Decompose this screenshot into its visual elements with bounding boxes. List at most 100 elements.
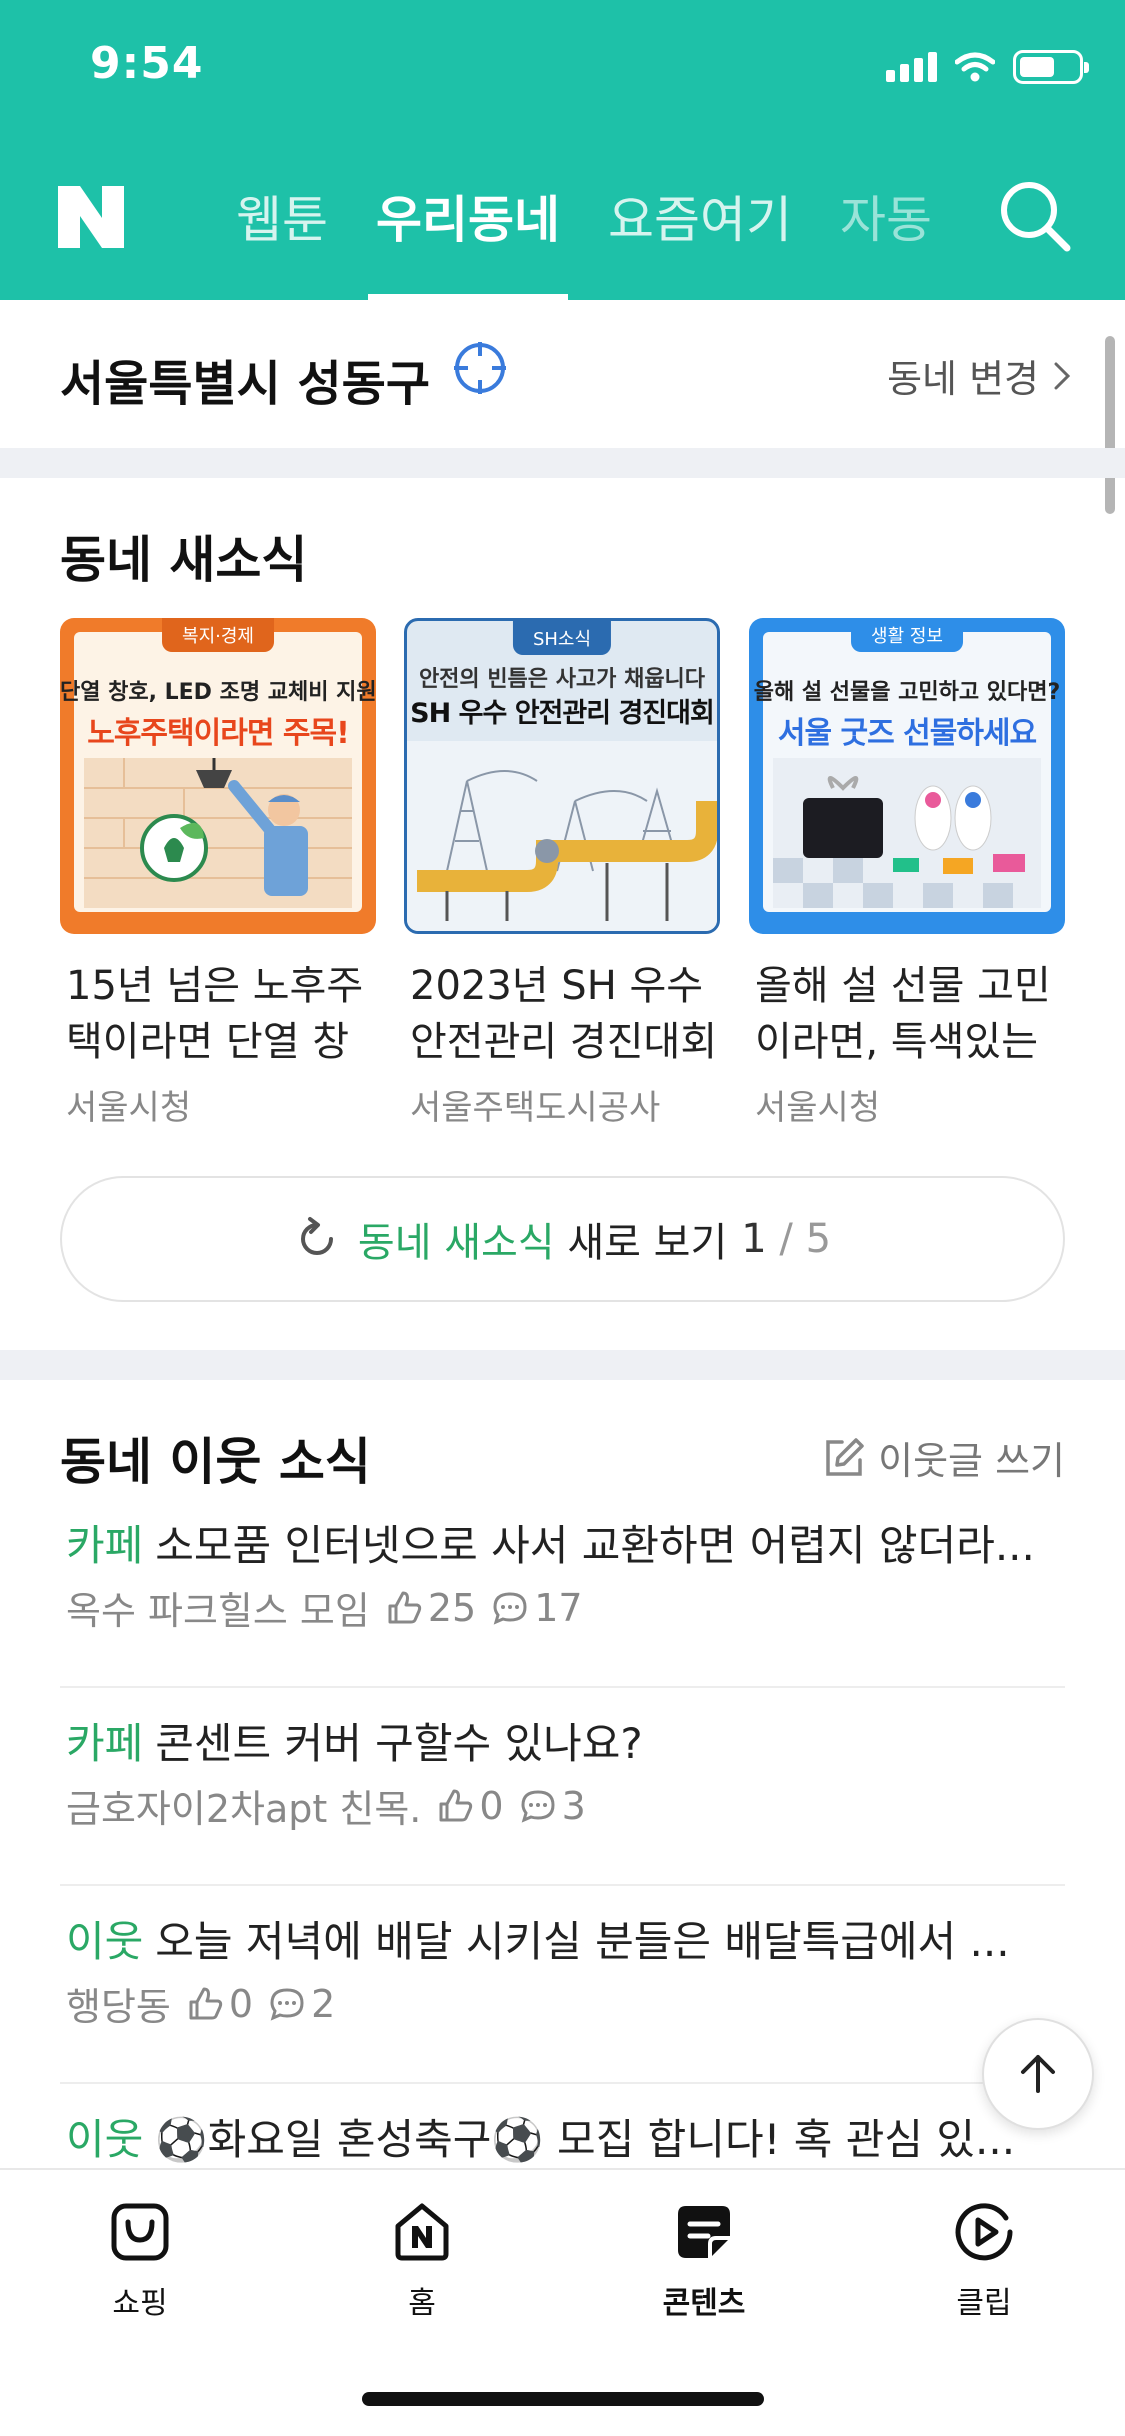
comment-icon bbox=[521, 1789, 555, 1823]
change-area-label: 동네 변경 bbox=[887, 357, 1039, 401]
bottom-nav-label: 쇼핑 bbox=[112, 2286, 168, 2321]
page-current: 1 bbox=[741, 1216, 767, 1262]
post-item[interactable]: 카페 콘센트 커버 구할수 있나요? 금호자이2차apt 친목. 0 3 bbox=[60, 1688, 1065, 1886]
thumbs-up-icon bbox=[189, 1987, 223, 2019]
search-icon[interactable] bbox=[997, 178, 1073, 254]
post-meta: 금호자이2차apt 친목. 0 3 bbox=[66, 1778, 586, 1833]
tab-neighborhood[interactable]: 우리동네 bbox=[368, 180, 568, 300]
comment-icon bbox=[493, 1591, 527, 1625]
tab-webtoon[interactable]: 웹툰 bbox=[236, 180, 328, 300]
post-author: 행당동 bbox=[66, 1985, 171, 2029]
location-bar: 서울특별시 성동구 동네 변경 bbox=[0, 300, 1125, 448]
section-divider bbox=[0, 1350, 1125, 1380]
bottom-nav-label: 콘텐츠 bbox=[662, 2286, 746, 2321]
like-count: 0 bbox=[228, 1981, 254, 2026]
news-source: 서울시청 bbox=[66, 1088, 192, 1128]
app-header: 9:54 웹툰 우리동네 요즘여기 자동 bbox=[0, 0, 1125, 300]
refresh-news-button[interactable]: 동네 새소식 새로 보기 1 / 5 bbox=[60, 1176, 1065, 1302]
home-indicator bbox=[362, 2392, 764, 2406]
refresh-highlight: 동네 새소식 bbox=[357, 1220, 555, 1266]
goods-gift-illustration bbox=[773, 758, 1041, 908]
clip-icon bbox=[955, 2203, 1013, 2261]
thumbs-up-icon bbox=[439, 1789, 473, 1821]
news-source: 서울주택도시공사 bbox=[410, 1088, 661, 1128]
news-thumbnail: SH소식 안전의 빈틈은 사고가 채웁니다 SH 우수 안전관리 경진대회 bbox=[404, 618, 720, 934]
post-title: ⚽화요일 혼성축구⚽ 모집 합니다! 혹 관심 있... bbox=[155, 2115, 1016, 2164]
post-title-line: 카페 콘센트 커버 구할수 있나요? bbox=[66, 1710, 1066, 1771]
news-thumb-headline: SH 우수 안전관리 경진대회 bbox=[410, 698, 715, 729]
bottom-nav-clip[interactable]: 클립 bbox=[904, 2200, 1064, 2322]
post-title: 소모품 인터넷으로 사서 교환하면 어렵지 않더라... bbox=[155, 1521, 1035, 1570]
post-item[interactable]: 이웃 오늘 저녁에 배달 시키실 분들은 배달특급에서 ... 행당동 0 2 bbox=[60, 1886, 1065, 2084]
post-title-line: 이웃 ⚽화요일 혼성축구⚽ 모집 합니다! 혹 관심 있... bbox=[66, 2106, 1066, 2167]
signal-icon bbox=[886, 52, 937, 82]
post-title: 오늘 저녁에 배달 시키실 분들은 배달특급에서 ... bbox=[155, 1917, 1010, 1966]
status-icons bbox=[886, 50, 1089, 84]
news-card[interactable]: SH소식 안전의 빈틈은 사고가 채웁니다 SH 우수 안전관리 경진대회 20… bbox=[404, 618, 720, 1129]
wifi-icon bbox=[955, 52, 995, 82]
news-thumb-headline: 노후주택이라면 주목! bbox=[87, 716, 350, 751]
shopping-bag-icon bbox=[111, 2203, 169, 2261]
post-category: 이웃 bbox=[66, 2115, 144, 2164]
post-meta: 옥수 파크힐스 모임 25 17 bbox=[66, 1580, 583, 1635]
comment-count: 2 bbox=[311, 1981, 336, 2026]
top-nav-tabs: 웹툰 우리동네 요즘여기 자동 bbox=[236, 180, 980, 300]
news-card[interactable]: 복지·경제 단열 창호, LED 조명 교체비 지원 노후주택이라면 주목! 1… bbox=[60, 618, 376, 1129]
write-post-label: 이웃글 쓰기 bbox=[878, 1439, 1065, 1483]
contents-icon bbox=[678, 2206, 730, 2258]
bottom-nav-home[interactable]: 홈 bbox=[342, 2200, 502, 2322]
scroll-to-top-button[interactable] bbox=[982, 2018, 1094, 2130]
news-title: 15년 넘은 노후주택이라면 단열 창호, LED 조명 교체비 지원 bbox=[66, 963, 364, 1065]
tab-auto[interactable]: 자동 bbox=[840, 180, 932, 300]
news-thumb-tag: 복지·경제 bbox=[162, 618, 274, 652]
post-author: 금호자이2차apt 친목. bbox=[66, 1787, 422, 1831]
news-card[interactable]: 생활 정보 올해 설 선물을 고민하고 있다면? 서울 굿즈 선물하세요 올해 … bbox=[749, 618, 1065, 1129]
tab-trending-places[interactable]: 요즘여기 bbox=[608, 180, 792, 300]
like-count: 0 bbox=[479, 1783, 504, 1828]
naver-logo[interactable] bbox=[58, 186, 124, 248]
news-thumb-text: 안전의 빈틈은 사고가 채웁니다 bbox=[418, 667, 706, 692]
bottom-nav-shopping[interactable]: 쇼핑 bbox=[60, 2200, 220, 2322]
news-source: 서울시청 bbox=[755, 1088, 881, 1128]
bottom-nav-contents[interactable]: 콘텐츠 bbox=[624, 2200, 784, 2322]
battery-icon bbox=[1013, 50, 1089, 84]
post-item[interactable]: 카페 소모품 인터넷으로 사서 교환하면 어렵지 않더라... 옥수 파크힐스 모… bbox=[60, 1490, 1065, 1688]
news-title: 올해 설 선물 고민이라면, 특색있는 서울 굿즈 bbox=[755, 963, 1051, 1065]
change-area-button[interactable]: 동네 변경 bbox=[887, 348, 1071, 403]
thumbs-up-icon bbox=[388, 1591, 421, 1623]
section-divider bbox=[0, 448, 1125, 478]
bottom-nav-label: 클립 bbox=[956, 2286, 1012, 2321]
news-thumbnail: 복지·경제 단열 창호, LED 조명 교체비 지원 노후주택이라면 주목! bbox=[60, 618, 376, 934]
edit-icon bbox=[826, 1437, 864, 1476]
comment-icon bbox=[270, 1987, 304, 2021]
bottom-nav-label: 홈 bbox=[408, 2286, 436, 2321]
post-title: 콘센트 커버 구할수 있나요? bbox=[155, 1719, 643, 1768]
arrow-up-icon bbox=[1021, 2055, 1055, 2093]
news-thumb-text: 올해 설 선물을 고민하고 있다면? bbox=[753, 680, 1061, 705]
news-section-title: 동네 새소식 bbox=[60, 531, 308, 589]
comment-count: 3 bbox=[561, 1783, 586, 1828]
news-thumb-tag: 생활 정보 bbox=[851, 618, 963, 652]
chevron-right-icon bbox=[1054, 362, 1071, 389]
pipeline-illustration bbox=[407, 741, 717, 931]
location-title: 서울특별시 성동구 bbox=[60, 356, 430, 412]
post-category: 카페 bbox=[66, 1719, 144, 1768]
lightbulb-worker-illustration bbox=[84, 758, 352, 908]
like-count: 25 bbox=[427, 1585, 477, 1630]
post-title-line: 이웃 오늘 저녁에 배달 시키실 분들은 배달특급에서 ... bbox=[66, 1908, 1066, 1969]
location-target-icon[interactable] bbox=[452, 340, 508, 396]
comment-count: 17 bbox=[534, 1585, 583, 1630]
neighbors-section-title: 동네 이웃 소식 bbox=[60, 1433, 371, 1491]
refresh-label: 새로 보기 bbox=[554, 1220, 728, 1266]
refresh-icon bbox=[300, 1217, 333, 1255]
post-title-line: 카페 소모품 인터넷으로 사서 교환하면 어렵지 않더라... bbox=[66, 1512, 1066, 1573]
scrollbar[interactable] bbox=[1105, 336, 1115, 514]
news-thumbnail: 생활 정보 올해 설 선물을 고민하고 있다면? 서울 굿즈 선물하세요 bbox=[749, 618, 1065, 934]
home-icon bbox=[395, 2203, 449, 2261]
page-total: / 5 bbox=[766, 1216, 832, 1262]
post-author: 옥수 파크힐스 모임 bbox=[66, 1589, 370, 1633]
post-meta: 행당동 0 2 bbox=[66, 1976, 335, 2031]
news-title: 2023년 SH 우수 안전관리 경진대회 bbox=[410, 963, 718, 1065]
news-thumb-text: 단열 창호, LED 조명 교체비 지원 bbox=[60, 680, 376, 705]
write-post-button[interactable]: 이웃글 쓰기 bbox=[822, 1430, 1065, 1485]
